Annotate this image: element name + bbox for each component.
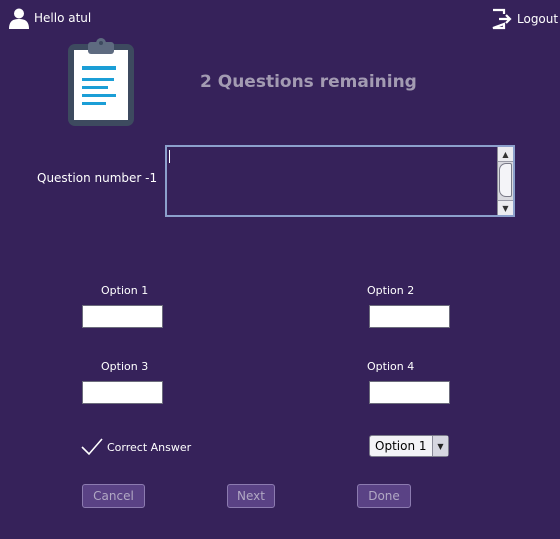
chevron-down-icon[interactable]: ▼: [432, 436, 448, 456]
text-caret: [169, 150, 170, 163]
done-button[interactable]: Done: [357, 484, 411, 508]
option-2-input[interactable]: [369, 305, 450, 328]
option-3-label: Option 3: [101, 360, 149, 373]
check-icon: [81, 438, 103, 456]
selected-option-value: Option 1: [375, 439, 427, 453]
option-4-input[interactable]: [369, 381, 450, 404]
question-textarea[interactable]: ▲ ▼: [165, 145, 515, 217]
logout-icon: [492, 8, 512, 30]
questions-remaining-heading: 2 Questions remaining: [200, 72, 417, 92]
scroll-thumb[interactable]: [499, 163, 512, 197]
clipboard-icon: [68, 38, 134, 126]
question-input[interactable]: [167, 147, 495, 215]
greeting-text: Hello atul: [34, 11, 92, 25]
scroll-up-icon[interactable]: ▲: [498, 147, 513, 162]
logout-button[interactable]: Logout: [490, 8, 558, 30]
option-1-input[interactable]: [82, 305, 163, 328]
correct-answer-label: Correct Answer: [107, 441, 192, 454]
cancel-button[interactable]: Cancel: [82, 484, 145, 508]
option-2-label: Option 2: [367, 284, 415, 297]
option-1-label: Option 1: [101, 284, 149, 297]
question-scrollbar[interactable]: ▲ ▼: [497, 147, 513, 215]
question-number-label: Question number -1: [37, 171, 158, 185]
option-4-label: Option 4: [367, 360, 415, 373]
next-button[interactable]: Next: [227, 484, 275, 508]
option-3-input[interactable]: [82, 381, 163, 404]
scroll-down-icon[interactable]: ▼: [498, 200, 513, 215]
logout-label: Logout: [517, 12, 559, 26]
correct-answer-select[interactable]: Option 1 ▼: [369, 435, 449, 457]
user-icon: [9, 8, 29, 29]
